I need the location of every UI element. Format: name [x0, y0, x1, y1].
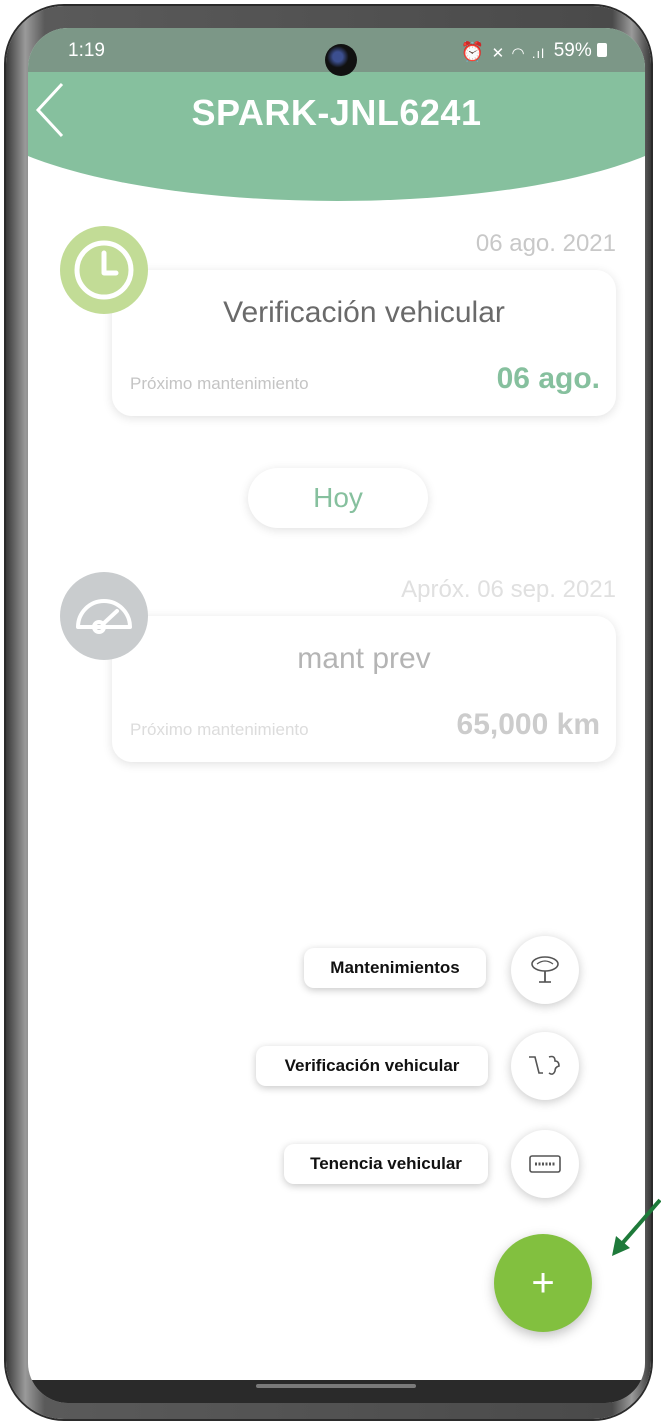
add-fab-button[interactable]: +	[494, 1234, 592, 1332]
fab-label-tenencia[interactable]: Tenencia vehicular	[284, 1144, 488, 1184]
card-subtitle: Próximo mantenimiento	[130, 374, 309, 393]
status-time: 1:19	[68, 40, 105, 61]
status-circle-upcoming	[60, 572, 148, 660]
maintenance-card[interactable]: Verificación vehicular Próximo mantenimi…	[112, 270, 616, 416]
today-marker: Hoy	[248, 468, 428, 528]
battery-icon	[597, 43, 607, 57]
event-date: Apróx. 06 sep. 2021	[401, 576, 616, 603]
page-title: SPARK-JNL6241	[191, 92, 482, 133]
phone-frame: 1:19 ⏰ ✕ ◠ .ıl 59% SPARK-JNL6241 06 ago.…	[6, 6, 651, 1419]
fab-tenencia-button[interactable]	[511, 1130, 579, 1198]
front-camera	[325, 44, 357, 76]
battery-percent: 59%	[553, 40, 592, 61]
card-value: 65,000 km	[456, 708, 600, 741]
card-title: Verificación vehicular	[223, 296, 505, 329]
phone-screen: 1:19 ⏰ ✕ ◠ .ıl 59% SPARK-JNL6241 06 ago.…	[28, 28, 645, 1403]
signal-icon: .ıl	[531, 46, 545, 61]
wifi-icon: ◠	[511, 45, 526, 62]
card-title: mant prev	[297, 642, 431, 675]
fab-verificacion-button[interactable]	[511, 1032, 579, 1100]
home-indicator[interactable]	[256, 1384, 416, 1388]
alarm-icon: ⏰	[460, 42, 486, 63]
tree-icon	[531, 956, 559, 983]
maintenance-card[interactable]: mant prev Próximo mantenimiento 65,000 k…	[112, 616, 616, 762]
speedometer-icon	[76, 599, 132, 634]
fab-label-mantenimientos[interactable]: Mantenimientos	[304, 948, 486, 988]
mute-icon: ✕	[491, 45, 506, 62]
plus-icon: +	[531, 1260, 555, 1305]
exhaust-icon	[529, 1055, 560, 1075]
annotation-arrow-icon	[612, 1198, 661, 1256]
card-value: 06 ago.	[496, 362, 600, 395]
card-subtitle: Próximo mantenimiento	[130, 720, 309, 739]
event-date: 06 ago. 2021	[475, 230, 616, 257]
status-circle-active	[60, 226, 148, 314]
license-plate-icon	[529, 1155, 561, 1173]
fab-label-verificacion[interactable]: Verificación vehicular	[256, 1046, 488, 1086]
app-header: 1:19 ⏰ ✕ ◠ .ıl 59% SPARK-JNL6241	[28, 28, 645, 208]
fab-mantenimientos-button[interactable]	[511, 936, 579, 1004]
status-icons: ⏰ ✕ ◠ .ıl	[461, 40, 545, 64]
clock-icon	[74, 240, 134, 300]
battery-status: 59%	[554, 40, 607, 62]
